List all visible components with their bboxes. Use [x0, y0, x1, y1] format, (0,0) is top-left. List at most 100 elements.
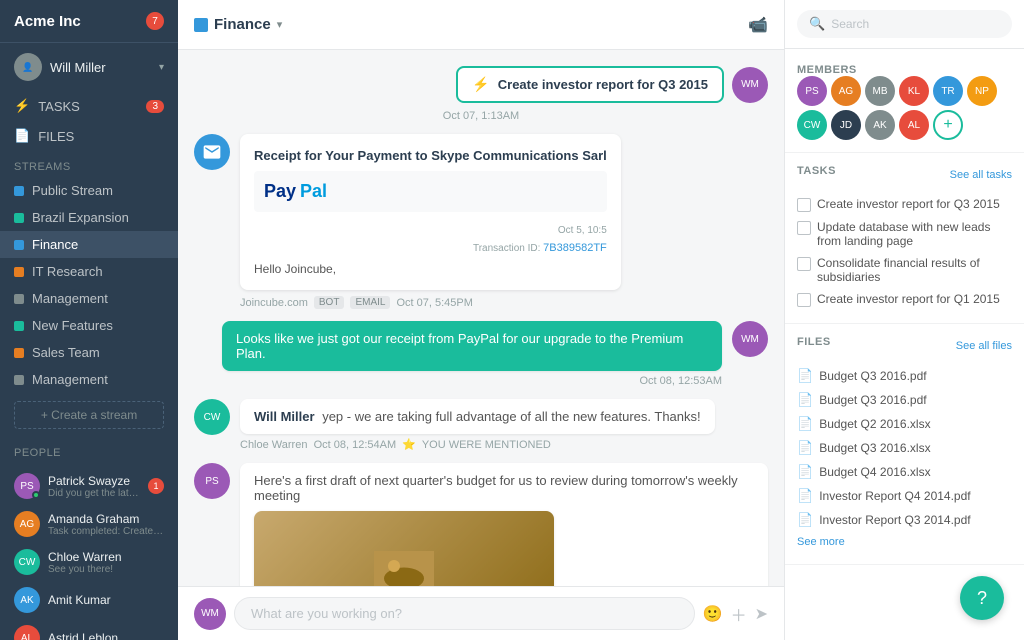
files-section: FILES See all files 📄 Budget Q3 2016.pdf… — [785, 324, 1024, 565]
see-all-tasks[interactable]: See all tasks — [950, 169, 1012, 181]
person-item-amanda-graham[interactable]: AG Amanda Graham Task completed: Create … — [0, 505, 178, 543]
email-source: Joincube.com BOT EMAIL Oct 07, 5:45PM — [240, 296, 621, 309]
members-section: MEMBERS PS AG MB KL TR NP CW JD AK AL + — [785, 49, 1024, 153]
file-item[interactable]: 📄 Budget Q2 2016.xlsx — [797, 412, 1012, 436]
stream-label: Brazil Expansion — [32, 210, 129, 225]
chat2-bubble-wrapper: Here's a first draft of next quarter's b… — [240, 463, 768, 586]
chat-input[interactable] — [234, 597, 695, 630]
stream-item-it-research[interactable]: IT Research — [0, 258, 178, 285]
stream-item-sales-team[interactable]: Sales Team — [0, 339, 178, 366]
see-more-files[interactable]: See more — [797, 532, 1012, 552]
fab-button[interactable]: ? — [960, 576, 1004, 620]
email-greeting: Hello Joincube, — [254, 262, 607, 276]
see-all-files[interactable]: See all files — [956, 340, 1012, 352]
stream-item-finance[interactable]: Finance — [0, 231, 178, 258]
file-icon: 📄 — [797, 416, 813, 432]
add-member-button[interactable]: + — [933, 110, 963, 140]
sidebar: Acme Inc 7 👤 Will Miller ▾ ⚡ TASKS 3 📄 F… — [0, 0, 178, 640]
file-item[interactable]: 📄 Budget Q4 2016.xlsx — [797, 460, 1012, 484]
task-item: Create investor report for Q1 2015 — [797, 288, 1012, 311]
task-checkbox[interactable] — [797, 257, 811, 271]
email-transaction-link[interactable]: 7B389582TF — [543, 242, 607, 254]
stream-item-public-stream[interactable]: Public Stream — [0, 177, 178, 204]
chevron-down-icon[interactable]: ▾ — [277, 18, 283, 31]
member-avatar[interactable]: MB — [865, 76, 895, 106]
chat2-row: PS Here's a first draft of next quarter'… — [194, 463, 768, 586]
stream-label: Management — [32, 372, 108, 387]
stream-dot — [14, 375, 24, 385]
stream-item-management[interactable]: Management — [0, 285, 178, 312]
sidebar-item-files[interactable]: 📄 FILES — [0, 121, 178, 151]
emoji-icon[interactable]: 🙂 — [703, 604, 723, 624]
member-avatar[interactable]: NP — [967, 76, 997, 106]
email-body: Oct 5, 10:5 Transaction ID: 7B389582TF H… — [254, 222, 607, 276]
chat2-bubble: Here's a first draft of next quarter's b… — [240, 463, 768, 586]
stream-label: New Features — [32, 318, 113, 333]
member-avatar[interactable]: TR — [933, 76, 963, 106]
create-stream-button[interactable]: + Create a stream — [14, 401, 164, 429]
avatar: CW — [14, 549, 40, 575]
person-info: Chloe Warren See you there! — [48, 550, 164, 575]
file-item[interactable]: 📄 Budget Q3 2016.pdf — [797, 388, 1012, 412]
send-icon[interactable]: ➤ — [755, 604, 768, 624]
stream-label: Management — [32, 291, 108, 306]
task-item: Consolidate financial results of subsidi… — [797, 252, 1012, 288]
member-avatar[interactable]: AK — [865, 110, 895, 140]
file-item[interactable]: 📄 Investor Report Q3 2014.pdf — [797, 508, 1012, 532]
person-item-chloe-warren[interactable]: CW Chloe Warren See you there! — [0, 543, 178, 581]
notification-badge[interactable]: 7 — [146, 12, 164, 30]
files-icon: 📄 — [14, 128, 30, 144]
task-checkbox[interactable] — [797, 198, 811, 212]
search-input[interactable] — [831, 17, 1000, 31]
email-transaction-label: Transaction ID: — [473, 243, 543, 254]
member-avatar[interactable]: CW — [797, 110, 827, 140]
file-item[interactable]: 📄 Investor Report Q4 2014.pdf — [797, 484, 1012, 508]
stream-item-brazil-expansion[interactable]: Brazil Expansion — [0, 204, 178, 231]
search-input-wrap: 🔍 — [797, 10, 1012, 38]
avatar: AL — [14, 625, 40, 640]
member-avatar[interactable]: KL — [899, 76, 929, 106]
stream-item-new-features[interactable]: New Features — [0, 312, 178, 339]
main-content: Finance ▾ 📹 ⚡ Create investor report for… — [178, 0, 784, 640]
member-avatar[interactable]: AL — [899, 110, 929, 140]
file-name: Budget Q4 2016.xlsx — [819, 465, 930, 479]
avatar: PS — [14, 473, 40, 499]
video-icon[interactable]: 📹 — [748, 15, 768, 35]
person-status: Did you get the latest file OK? — [48, 488, 140, 499]
members-grid: PS AG MB KL TR NP CW JD AK AL + — [797, 76, 1012, 140]
files-title: FILES — [797, 336, 831, 348]
member-avatar[interactable]: JD — [831, 110, 861, 140]
avatar: WM — [732, 67, 768, 103]
add-icon[interactable]: ＋ — [731, 602, 747, 626]
tasks-title: TASKS — [797, 165, 836, 177]
person-badge: 1 — [148, 478, 164, 494]
bolt-icon: ⚡ — [14, 98, 30, 114]
app-logo: Acme Inc — [14, 13, 81, 30]
task-checkbox[interactable] — [797, 293, 811, 307]
task-highlight-row: ⚡ Create investor report for Q3 2015 WM … — [194, 66, 768, 122]
task-highlight[interactable]: ⚡ Create investor report for Q3 2015 — [456, 66, 724, 103]
person-item-astrid-leblon[interactable]: AL Astrid Leblon — [0, 619, 178, 640]
chat-input-bar: WM 🙂 ＋ ➤ — [178, 586, 784, 640]
task-checkbox[interactable] — [797, 221, 811, 235]
person-item-amit-kumar[interactable]: AK Amit Kumar — [0, 581, 178, 619]
sidebar-item-tasks[interactable]: ⚡ TASKS 3 — [0, 91, 178, 121]
file-item[interactable]: 📄 Budget Q3 2016.pdf — [797, 364, 1012, 388]
task-text: Create investor report for Q3 2015 — [817, 197, 1000, 211]
person-item-patrick-swayze[interactable]: PS Patrick Swayze Did you get the latest… — [0, 467, 178, 505]
file-image — [254, 511, 554, 586]
stream-item-management2[interactable]: Management — [0, 366, 178, 393]
file-item[interactable]: 📄 Budget Q3 2016.xlsx — [797, 436, 1012, 460]
members-header: MEMBERS — [797, 61, 1012, 76]
paypal-time: Oct 08, 12:53AM — [222, 375, 722, 387]
user-profile[interactable]: 👤 Will Miller ▾ — [0, 43, 178, 91]
stream-dot — [14, 240, 24, 250]
person-name: Chloe Warren — [48, 550, 164, 564]
online-indicator — [32, 491, 40, 499]
member-avatar[interactable]: AG — [831, 76, 861, 106]
person-name: Astrid Leblon — [48, 631, 164, 640]
email-msg-row: Receipt for Your Payment to Skype Commun… — [194, 134, 768, 309]
stream-label: Finance — [32, 237, 78, 252]
member-avatar[interactable]: PS — [797, 76, 827, 106]
task-time: Oct 07, 1:13AM — [443, 110, 519, 122]
